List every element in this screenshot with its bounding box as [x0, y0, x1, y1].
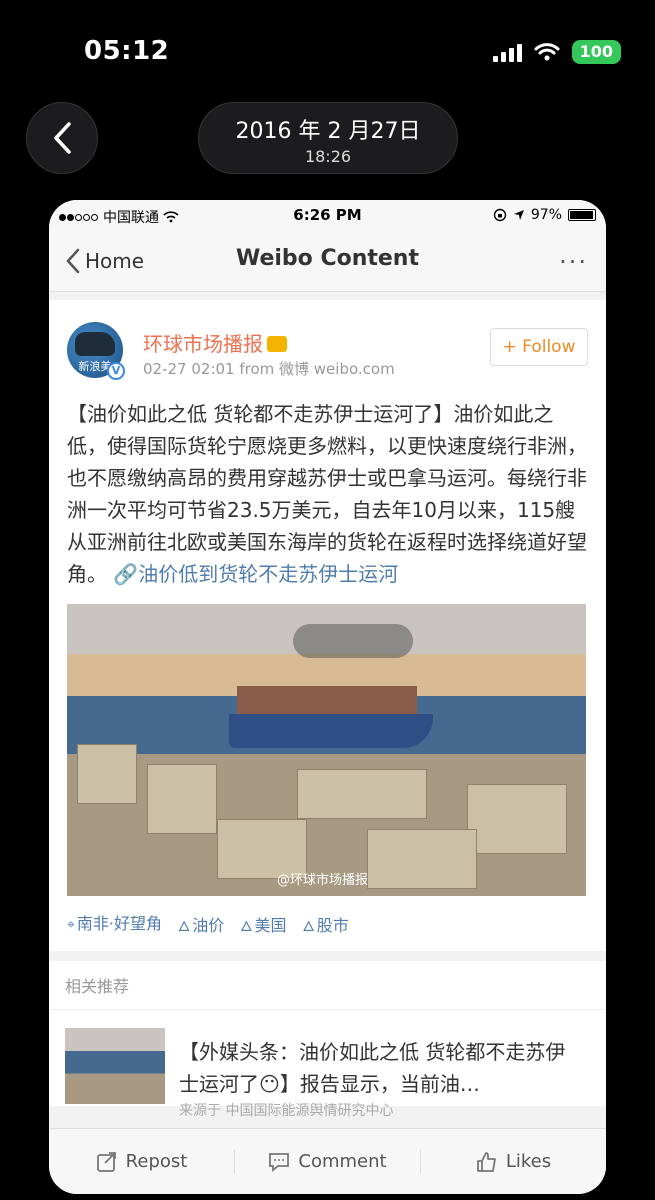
- weibo-post: 新浪美 V 环球市场播报 02-27 02:01 from 微博 weibo.c…: [49, 300, 606, 951]
- photo-date: 2016 年 2 月27日: [235, 119, 421, 144]
- rotation-lock-icon: [493, 208, 507, 222]
- tag-topic-label: 股市: [316, 916, 349, 935]
- inner-battery-percent: 97%: [530, 207, 562, 223]
- image-smoke: [293, 624, 413, 658]
- tag-location-label: 南非·好望角: [76, 914, 162, 933]
- vip-crown-icon: [267, 335, 287, 352]
- image-watermark: @环球市场播报: [277, 873, 369, 888]
- related-thumbnail: [65, 1028, 165, 1104]
- image-building: [77, 744, 137, 804]
- location-arrow-icon: [513, 210, 524, 220]
- tag-topic[interactable]: 🜂 股市: [303, 910, 349, 939]
- likes-button[interactable]: Likes: [421, 1151, 606, 1173]
- weibo-screenshot: 中国联通 6:26 PM 97% Home Weibo Content ··· …: [49, 200, 606, 1194]
- thumbs-up-icon: [476, 1151, 496, 1172]
- outer-status-icons: 100: [492, 40, 621, 64]
- image-ship-hull: [229, 714, 433, 748]
- tag-topic[interactable]: 🜂 美国: [240, 910, 286, 939]
- image-building: [367, 829, 477, 889]
- battery-icon: [568, 209, 596, 221]
- author-name-text: 环球市场播报: [143, 332, 263, 356]
- battery-indicator: 100: [571, 40, 621, 64]
- back-button[interactable]: [26, 102, 98, 174]
- post-image[interactable]: @环球市场播报: [67, 604, 586, 896]
- wifi-icon: [534, 43, 560, 61]
- chevron-left-icon: [54, 122, 71, 154]
- likes-label: Likes: [505, 1151, 552, 1172]
- image-ship-cargo: [237, 686, 417, 716]
- related-source: 来源于 中国国际能源舆情研究中心: [179, 1103, 394, 1119]
- author-name[interactable]: 环球市场播报: [143, 328, 287, 357]
- image-building: [297, 769, 427, 819]
- page-title: Weibo Content: [235, 246, 419, 271]
- article-link[interactable]: 🔗油价低到货轮不走苏伊士运河: [113, 562, 398, 586]
- flame-icon: 🜂: [302, 919, 315, 935]
- post-text: 【油价如此之低 货轮都不走苏伊士运河了】油价如此之低，使得国际货轮宁愿烧更多燃料…: [67, 402, 587, 586]
- flame-icon: 🜂: [177, 919, 191, 935]
- tag-location[interactable]: ⌖ 南非·好望角: [67, 910, 162, 939]
- tag-topic-label: 美国: [254, 916, 287, 935]
- photo-time: 18:26: [304, 147, 352, 166]
- follow-button[interactable]: + Follow: [490, 328, 588, 366]
- related-section-label: 相关推荐: [49, 961, 606, 1010]
- article-link-text: 油价低到货轮不走苏伊士运河: [138, 562, 399, 586]
- nav-bar: Home Weibo Content ···: [49, 230, 606, 292]
- link-icon: 🔗: [113, 562, 139, 586]
- comment-label: Comment: [298, 1151, 387, 1172]
- verified-icon: V: [107, 362, 125, 380]
- image-building: [147, 764, 217, 834]
- post-meta: 02-27 02:01 from 微博 weibo.com: [143, 360, 395, 378]
- cellular-signal-icon: [492, 42, 522, 62]
- repost-button[interactable]: Repost: [49, 1151, 234, 1173]
- location-pin-icon: ⌖: [67, 917, 75, 933]
- comment-button[interactable]: Comment: [235, 1151, 420, 1172]
- tag-list: ⌖ 南非·好望角 🜂 油价 🜂 美国 🜂 股市: [67, 896, 588, 939]
- comment-icon: [269, 1152, 290, 1172]
- image-building: [467, 784, 567, 854]
- action-bar: Repost Comment Likes: [49, 1128, 606, 1194]
- flame-icon: 🜂: [240, 919, 253, 935]
- related-item[interactable]: 【外媒头条：油价如此之低 货轮都不走苏伊士运河了😶】报告显示，当前油… 来源于 …: [49, 1010, 606, 1119]
- repost-icon: [96, 1151, 116, 1172]
- post-body: 【油价如此之低 货轮都不走苏伊士运河了】油价如此之低，使得国际货轮宁愿烧更多燃料…: [67, 386, 588, 590]
- outer-clock: 05:12: [84, 36, 170, 66]
- bull-logo-icon: [75, 332, 115, 356]
- post-header: 新浪美 V 环球市场播报 02-27 02:01 from 微博 weibo.c…: [67, 300, 588, 386]
- repost-label: Repost: [125, 1151, 188, 1172]
- inner-status-bar: 中国联通 6:26 PM 97%: [49, 200, 606, 230]
- related-title: 【外媒头条：油价如此之低 货轮都不走苏伊士运河了😶】报告显示，当前油…: [179, 1040, 566, 1096]
- tag-topic[interactable]: 🜂 油价: [178, 910, 224, 939]
- tag-topic-label: 油价: [192, 916, 225, 935]
- outer-status-bar: 05:12 100: [0, 0, 655, 100]
- photo-date-header: 2016 年 2 月27日 18:26: [198, 102, 458, 174]
- more-options-button[interactable]: ···: [559, 248, 588, 276]
